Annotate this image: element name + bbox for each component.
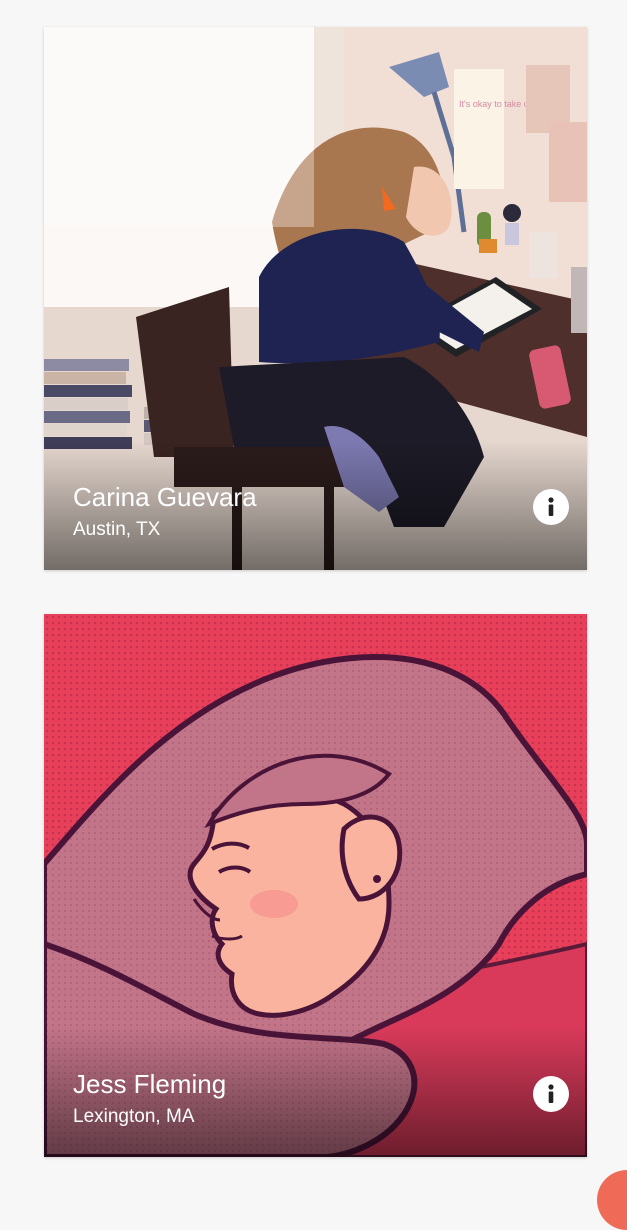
info-button[interactable] xyxy=(533,1076,569,1112)
info-icon xyxy=(548,1084,554,1103)
artist-card[interactable]: Jess Fleming Lexington, MA xyxy=(44,614,587,1157)
artist-card[interactable]: It's okay to take up space Carina Guevar… xyxy=(44,27,587,570)
artist-location: Lexington, MA xyxy=(73,1106,195,1127)
info-icon xyxy=(548,497,554,516)
info-button[interactable] xyxy=(533,489,569,525)
artist-name: Carina Guevara xyxy=(73,482,257,512)
floating-action-button[interactable] xyxy=(597,1170,627,1230)
artist-name: Jess Fleming xyxy=(73,1069,227,1099)
artist-location: Austin, TX xyxy=(73,519,161,540)
